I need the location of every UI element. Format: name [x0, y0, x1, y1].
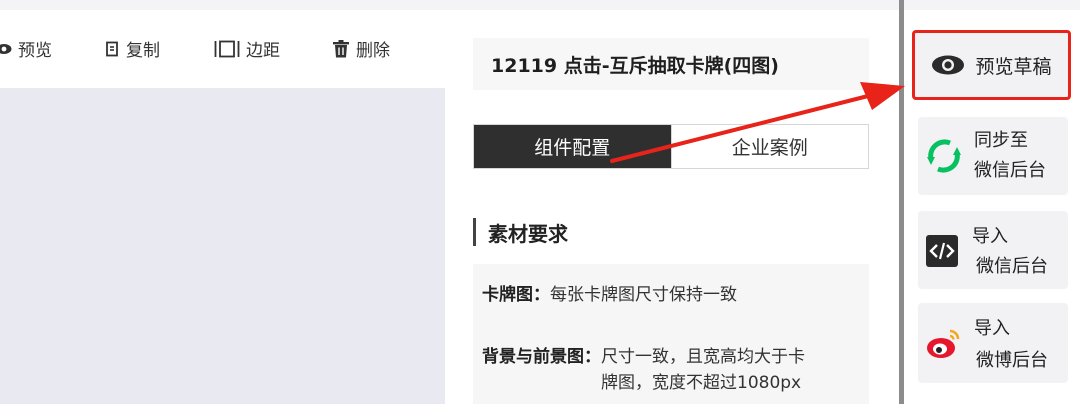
margin-icon: [214, 40, 240, 57]
sync-line1: 同步至: [974, 130, 1028, 151]
import-weibo-line2: 微博后台: [976, 350, 1048, 371]
background-requirement-text: 尺寸一致，且宽高均大于卡 牌图，宽度不超过1080px: [601, 344, 805, 396]
preview-tool-label: 预览: [18, 41, 52, 61]
card-requirement: 卡牌图： 每张卡牌图尺寸保持一致: [482, 282, 737, 308]
background-requirement-line1: 尺寸一致，且宽高均大于卡: [601, 347, 805, 367]
background-requirement: 背景与前景图： 尺寸一致，且宽高均大于卡 牌图，宽度不超过1080px: [482, 344, 805, 396]
tab-component-config[interactable]: 组件配置: [474, 125, 671, 168]
import-wechat-line1: 导入: [972, 226, 1008, 247]
section-title: 素材要求: [488, 221, 568, 246]
eye-icon: [0, 43, 12, 54]
top-strip: [0, 0, 1080, 10]
requirements-panel: 卡牌图： 每张卡牌图尺寸保持一致 背景与前景图： 尺寸一致，且宽高均大于卡 牌图…: [473, 264, 869, 404]
import-weibo-line1: 导入: [974, 318, 1010, 339]
margin-tool[interactable]: 边距: [214, 36, 280, 61]
delete-tool[interactable]: 删除: [332, 36, 390, 61]
import-wechat-button[interactable]: 导入 微信后台: [918, 211, 1068, 289]
config-tabs: 组件配置 企业案例: [473, 124, 869, 169]
section-accent-bar: [473, 218, 476, 246]
trash-icon: [333, 39, 349, 57]
material-requirements-heading: 素材要求: [473, 216, 568, 248]
background-requirement-line2: 牌图，宽度不超过1080px: [601, 373, 802, 393]
preview-draft-label: 预览草稿: [975, 55, 1052, 78]
preview-draft-button[interactable]: 预览草稿: [912, 30, 1071, 100]
delete-tool-label: 删除: [356, 41, 390, 61]
copy-tool[interactable]: 复制: [104, 36, 160, 61]
editor-canvas[interactable]: [0, 88, 445, 404]
margin-tool-label: 边距: [246, 41, 280, 61]
component-title: 12119 点击-互斥抽取卡牌(四图): [473, 38, 869, 90]
editor-toolbar: 预览 复制 边距 删除: [0, 36, 460, 64]
copy-icon: [106, 41, 118, 56]
eye-icon: [932, 55, 965, 75]
tab-enterprise-cases[interactable]: 企业案例: [670, 125, 868, 168]
sync-line2: 微信后台: [974, 160, 1046, 181]
preview-tool[interactable]: 预览: [0, 36, 52, 61]
import-wechat-line2: 微信后台: [976, 256, 1048, 277]
card-requirement-label: 卡牌图：: [482, 285, 550, 305]
code-icon: [926, 235, 958, 267]
copy-tool-label: 复制: [126, 41, 160, 61]
card-requirement-text: 每张卡牌图尺寸保持一致: [550, 285, 737, 305]
panel-divider: [899, 0, 904, 404]
weibo-icon: [927, 329, 960, 358]
sync-icon: [927, 139, 961, 173]
background-requirement-label: 背景与前景图：: [482, 347, 601, 367]
import-weibo-button[interactable]: 导入 微博后台: [918, 303, 1068, 383]
sync-wechat-button[interactable]: 同步至 微信后台: [918, 117, 1068, 195]
